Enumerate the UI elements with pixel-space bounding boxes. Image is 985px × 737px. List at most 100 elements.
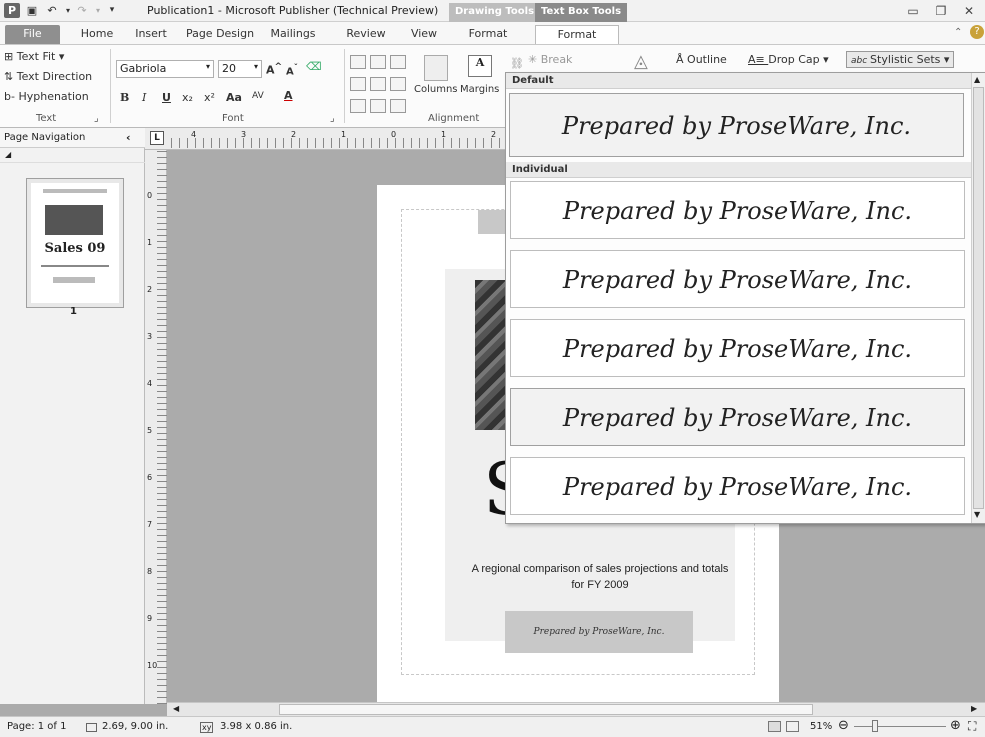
- gallery-scrollbar[interactable]: ▲ ▼: [971, 73, 985, 523]
- break-button[interactable]: ✳ Break: [528, 53, 572, 66]
- font-name-combo[interactable]: Gabriola ▾: [116, 60, 214, 78]
- link-icon[interactable]: ⛓: [510, 57, 524, 70]
- margins-icon[interactable]: A: [468, 55, 492, 77]
- zoom-slider-thumb[interactable]: [872, 720, 878, 732]
- grow-font-icon[interactable]: A^: [266, 61, 282, 77]
- text-fit-button[interactable]: ⊞ Text Fit ▾: [4, 50, 64, 63]
- collapse-nav-icon[interactable]: ‹: [126, 131, 131, 144]
- horizontal-scrollbar[interactable]: ◀ ▶: [167, 702, 985, 716]
- gallery-item[interactable]: Prepared by ProseWare, Inc.: [510, 388, 965, 446]
- fit-page-icon[interactable]: ⛶: [968, 719, 976, 734]
- ribbon-minimize-icon[interactable]: ⌃: [954, 27, 962, 38]
- font-size-combo[interactable]: 20 ▾: [218, 60, 262, 78]
- two-page-view-icon[interactable]: [786, 721, 799, 732]
- close-icon[interactable]: ✕: [958, 3, 980, 19]
- ruler-h-label: 0: [391, 130, 397, 139]
- restore-icon[interactable]: ❐: [930, 3, 952, 19]
- stylistic-sets-button[interactable]: abc Stylistic Sets ▾: [846, 51, 955, 68]
- hyphenation-button[interactable]: b- Hyphenation: [4, 90, 89, 103]
- scroll-thumb[interactable]: [973, 87, 984, 509]
- gallery-item[interactable]: Prepared by ProseWare, Inc.: [510, 319, 965, 377]
- help-icon[interactable]: ?: [970, 25, 984, 39]
- zoom-out-icon[interactable]: ⊖: [838, 718, 849, 733]
- align-middle-center-icon[interactable]: [370, 77, 386, 91]
- customize-toolbar-icon[interactable]: ▾: [104, 3, 120, 18]
- tab-mailings[interactable]: Mailings: [264, 25, 322, 44]
- app-icon[interactable]: P: [4, 3, 20, 18]
- align-middle-right-icon[interactable]: [390, 77, 406, 91]
- ruler-v-label: 6: [147, 473, 153, 482]
- thumb-line: [41, 265, 109, 267]
- tab-view[interactable]: View: [404, 25, 444, 44]
- bold-button[interactable]: B: [120, 91, 129, 104]
- prepared-by-textbox[interactable]: Prepared by ProseWare, Inc.: [505, 611, 693, 653]
- align-middle-left-icon[interactable]: [350, 77, 366, 91]
- redo-icon[interactable]: ↷: [74, 3, 90, 18]
- vertical-ruler[interactable]: 0 1 2 3 4 5 6 7 8 9 10: [145, 150, 167, 704]
- text-direction-button[interactable]: ⇅ Text Direction: [4, 70, 92, 83]
- zoom-slider[interactable]: [854, 726, 946, 727]
- horizontal-ruler[interactable]: L 4 3 2 1 0 1 2: [145, 128, 505, 150]
- character-spacing-button[interactable]: AV: [252, 91, 264, 101]
- undo-icon[interactable]: ↶: [44, 3, 60, 18]
- scroll-down-icon[interactable]: ▼: [974, 510, 980, 519]
- margins-button[interactable]: Margins: [460, 84, 499, 95]
- gallery-item[interactable]: Prepared by ProseWare, Inc.: [510, 181, 965, 239]
- context-tab-text-box-tools: Text Box Tools: [535, 3, 628, 22]
- change-case-button[interactable]: Aa: [226, 91, 242, 104]
- window-title: Publication1 - Microsoft Publisher (Tech…: [147, 4, 439, 17]
- align-top-center-icon[interactable]: [370, 55, 386, 69]
- outline-button[interactable]: Å Outline: [676, 53, 727, 66]
- tab-home[interactable]: Home: [72, 25, 122, 44]
- nav-section-expand-icon[interactable]: ◢: [0, 148, 145, 163]
- tab-format-drawing[interactable]: Format: [455, 25, 521, 44]
- tab-review[interactable]: Review: [342, 25, 390, 44]
- scroll-right-icon[interactable]: ▶: [971, 704, 977, 713]
- thumb-title: Sales 09: [44, 241, 106, 256]
- subtitle-text[interactable]: A regional comparison of sales projectio…: [465, 561, 735, 593]
- title-bar: P ▣ ↶ ▾ ↷ ▾ ▾ Publication1 - Microsoft P…: [0, 0, 985, 22]
- font-color-button[interactable]: A: [284, 89, 293, 102]
- font-group-launcher-icon[interactable]: ⌟: [330, 113, 335, 124]
- status-bar: Page: 1 of 1 2.69, 9.00 in. xy 3.98 x 0.…: [0, 716, 985, 737]
- text-group-launcher-icon[interactable]: ⌟: [94, 113, 99, 124]
- align-bottom-center-icon[interactable]: [370, 99, 386, 113]
- underline-button[interactable]: U: [162, 91, 171, 104]
- page-thumbnail[interactable]: Sales 09: [26, 178, 124, 308]
- drop-cap-button[interactable]: A≡ Drop Cap ▾: [748, 53, 829, 66]
- tab-page-design[interactable]: Page Design: [184, 25, 256, 44]
- columns-button[interactable]: Columns: [414, 84, 458, 95]
- tab-format-textbox[interactable]: Format: [535, 25, 619, 44]
- align-top-left-icon[interactable]: [350, 55, 366, 69]
- ribbon-tabs: File Home Insert Page Design Mailings Re…: [0, 22, 985, 44]
- subscript-button[interactable]: x₂: [182, 91, 193, 104]
- tab-selector-icon[interactable]: L: [150, 131, 164, 145]
- italic-button[interactable]: I: [142, 91, 146, 104]
- text-direction-icon: ⇅: [4, 70, 17, 83]
- page-navigation-pane: Page Navigation ‹ ◢ Sales 09 1: [0, 128, 145, 704]
- h-scroll-thumb[interactable]: [279, 704, 813, 715]
- scroll-up-icon[interactable]: ▲: [974, 75, 980, 84]
- tab-file[interactable]: File: [5, 25, 60, 44]
- zoom-in-icon[interactable]: ⊕: [950, 718, 961, 733]
- scroll-left-icon[interactable]: ◀: [173, 704, 179, 713]
- gallery-item-default[interactable]: Prepared by ProseWare, Inc.: [509, 93, 964, 157]
- tab-insert[interactable]: Insert: [128, 25, 174, 44]
- shrink-font-icon[interactable]: Aˇ: [286, 62, 298, 77]
- save-icon[interactable]: ▣: [24, 3, 40, 18]
- superscript-button[interactable]: x²: [204, 91, 215, 104]
- gallery-item[interactable]: Prepared by ProseWare, Inc.: [510, 457, 965, 515]
- single-page-view-icon[interactable]: [768, 721, 781, 732]
- text-fill-icon[interactable]: ◬: [634, 51, 648, 72]
- columns-icon[interactable]: [424, 55, 448, 81]
- clear-formatting-icon[interactable]: ⌫: [306, 60, 322, 73]
- gallery-item[interactable]: Prepared by ProseWare, Inc.: [510, 250, 965, 308]
- text-group-label: Text: [36, 113, 57, 124]
- align-bottom-left-icon[interactable]: [350, 99, 366, 113]
- alignment-group-label: Alignment: [428, 113, 480, 124]
- align-bottom-right-icon[interactable]: [390, 99, 406, 113]
- status-page[interactable]: Page: 1 of 1: [7, 721, 66, 732]
- minimize-icon[interactable]: ▭: [902, 3, 924, 19]
- zoom-level[interactable]: 51%: [810, 721, 832, 732]
- align-top-right-icon[interactable]: [390, 55, 406, 69]
